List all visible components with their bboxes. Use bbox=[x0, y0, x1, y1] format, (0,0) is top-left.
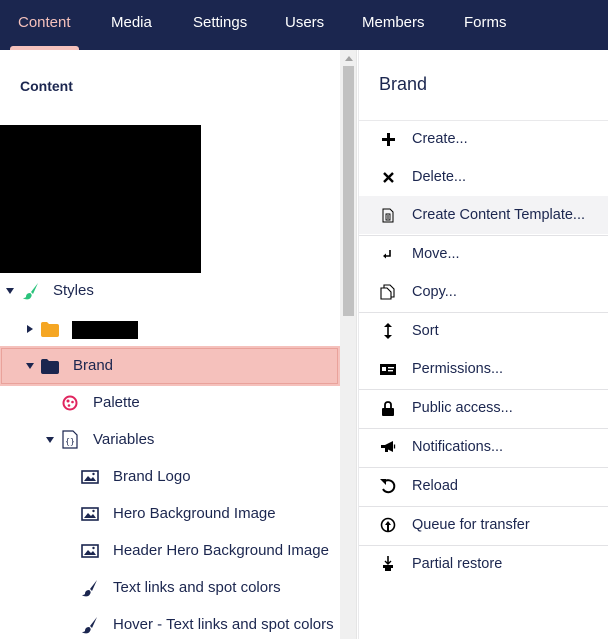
brush-icon bbox=[80, 578, 100, 598]
menu-item-label: Reload bbox=[412, 478, 458, 494]
lock-icon bbox=[379, 399, 397, 417]
tree-item-brand[interactable]: Brand bbox=[0, 346, 340, 386]
menu-item-delete[interactable]: Delete... bbox=[359, 158, 608, 196]
menu-item-label: Sort bbox=[412, 323, 439, 339]
brush-icon bbox=[21, 281, 41, 301]
move-icon bbox=[379, 245, 397, 263]
menu-item-copy[interactable]: Copy... bbox=[359, 273, 608, 311]
caret-right-icon[interactable] bbox=[25, 324, 35, 334]
menu-item-label: Queue for transfer bbox=[412, 517, 530, 533]
menu-item-public-access[interactable]: Public access... bbox=[359, 389, 608, 427]
menu-title: Brand bbox=[379, 74, 428, 94]
tree-item-label: Hover - Text links and spot colors bbox=[113, 616, 334, 633]
json-document-icon: {} bbox=[60, 429, 80, 449]
menu-item-sort[interactable]: Sort bbox=[359, 312, 608, 350]
tree-item-label: Variables bbox=[93, 431, 155, 448]
nav-tab-forms[interactable]: Forms bbox=[464, 0, 507, 50]
tree-item-text-links-spot-colors[interactable]: Text links and spot colors bbox=[0, 570, 340, 606]
tree-item-label: Styles bbox=[53, 282, 94, 299]
tree-item-variables[interactable]: {} Variables bbox=[0, 422, 340, 458]
brush-icon bbox=[80, 615, 100, 635]
tree-item-label: Header Hero Background Image bbox=[113, 542, 329, 559]
tree-item-hero-background-image[interactable]: Hero Background Image bbox=[0, 496, 340, 532]
menu-item-create-content-template[interactable]: Create Content Template... bbox=[359, 196, 608, 234]
reload-icon bbox=[379, 477, 397, 495]
nav-tab-members[interactable]: Members bbox=[362, 0, 425, 50]
tree-item-palette[interactable]: Palette bbox=[0, 385, 340, 421]
menu-item-label: Delete... bbox=[412, 169, 466, 185]
actions-menu-panel: Brand Create... Delete... Create Content… bbox=[358, 50, 608, 639]
megaphone-icon bbox=[379, 438, 397, 456]
nav-tab-settings[interactable]: Settings bbox=[193, 0, 247, 50]
nav-tab-media[interactable]: Media bbox=[111, 0, 152, 50]
menu-item-create[interactable]: Create... bbox=[359, 120, 608, 158]
tree-item-hover-text-links-spot-colors[interactable]: Hover - Text links and spot colors bbox=[0, 607, 340, 639]
sort-icon bbox=[379, 322, 397, 340]
top-navigation: Content Media Settings Users Members For… bbox=[0, 0, 608, 50]
copy-icon bbox=[379, 283, 397, 301]
menu-item-label: Move... bbox=[412, 246, 460, 262]
menu-item-notifications[interactable]: Notifications... bbox=[359, 428, 608, 466]
content-tree-panel: Content Styles Brand Palette {} Variable… bbox=[0, 50, 340, 639]
folder-icon bbox=[40, 319, 60, 339]
tree-item-label: Hero Background Image bbox=[113, 505, 276, 522]
delete-x-icon bbox=[379, 168, 397, 186]
tree-section-header: Content bbox=[20, 78, 73, 94]
content-template-icon bbox=[379, 206, 397, 224]
tree-item-label: Brand Logo bbox=[113, 468, 191, 485]
palette-icon bbox=[60, 393, 80, 413]
nav-tab-users[interactable]: Users bbox=[285, 0, 324, 50]
restore-icon bbox=[379, 555, 397, 573]
nav-tab-content[interactable]: Content bbox=[10, 0, 79, 50]
menu-item-label: Copy... bbox=[412, 284, 457, 300]
menu-item-reload[interactable]: Reload bbox=[359, 467, 608, 505]
menu-item-label: Partial restore bbox=[412, 556, 503, 572]
menu-item-label: Permissions... bbox=[412, 361, 504, 377]
menu-item-queue-for-transfer[interactable]: Queue for transfer bbox=[359, 506, 608, 544]
caret-down-icon[interactable] bbox=[45, 435, 55, 445]
scrollbar-thumb[interactable] bbox=[343, 66, 354, 316]
caret-down-icon[interactable] bbox=[5, 286, 15, 296]
image-icon bbox=[80, 541, 100, 561]
tree-item-styles[interactable]: Styles bbox=[0, 273, 340, 309]
plus-icon bbox=[379, 130, 397, 148]
menu-item-label: Create Content Template... bbox=[412, 207, 586, 223]
redacted-image-block bbox=[0, 125, 201, 273]
tree-item-redacted-folder[interactable] bbox=[0, 311, 340, 347]
folder-open-icon bbox=[40, 356, 60, 376]
tree-item-label: Brand bbox=[73, 357, 114, 374]
image-icon bbox=[80, 504, 100, 524]
caret-down-icon[interactable] bbox=[25, 361, 35, 371]
menu-item-move[interactable]: Move... bbox=[359, 235, 608, 273]
image-icon bbox=[80, 467, 100, 487]
menu-item-permissions[interactable]: Permissions... bbox=[359, 350, 608, 388]
menu-item-label: Public access... bbox=[412, 400, 513, 416]
permissions-icon bbox=[379, 360, 397, 378]
scroll-up-arrow-icon[interactable] bbox=[345, 56, 353, 61]
tree-item-label: Palette bbox=[93, 394, 140, 411]
menu-item-partial-restore[interactable]: Partial restore bbox=[359, 545, 608, 583]
tree-item-brand-logo[interactable]: Brand Logo bbox=[0, 459, 340, 495]
menu-item-label: Notifications... bbox=[412, 439, 504, 455]
tree-item-header-hero-background-image[interactable]: Header Hero Background Image bbox=[0, 533, 340, 569]
app-window: Content Media Settings Users Members For… bbox=[0, 0, 608, 639]
tree-item-label: Text links and spot colors bbox=[113, 579, 281, 596]
redacted-label bbox=[72, 321, 138, 339]
menu-item-label: Create... bbox=[412, 131, 468, 147]
upload-icon bbox=[379, 516, 397, 534]
svg-text:{}: {} bbox=[65, 437, 75, 446]
